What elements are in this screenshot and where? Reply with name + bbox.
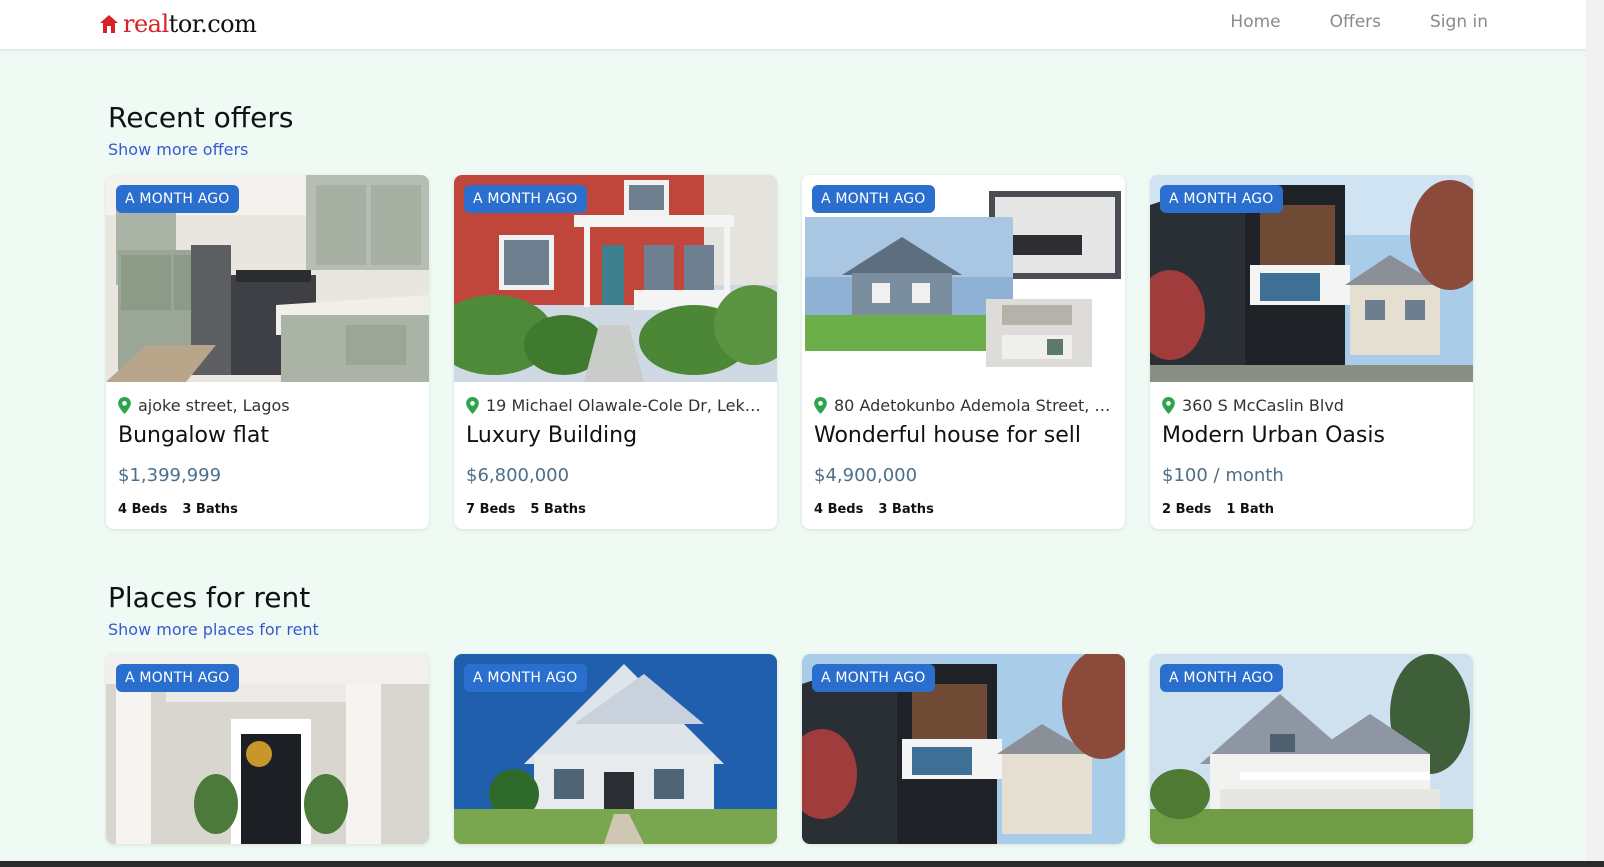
baths-count: 5 Baths	[530, 502, 586, 517]
baths-count: 3 Baths	[878, 502, 934, 517]
location-pin-icon	[814, 397, 827, 414]
nav-sign-in[interactable]: Sign in	[1430, 12, 1488, 32]
listing-photo[interactable]: A MONTH AGO	[106, 175, 429, 382]
bottom-edge-bar	[0, 861, 1604, 867]
recent-offers-grid: A MONTH AGO ajoke street, Lagos Bungalow…	[106, 175, 1473, 529]
time-badge: A MONTH AGO	[116, 185, 239, 213]
rental-card[interactable]: A MONTH AGO	[1150, 654, 1473, 844]
listing-photo[interactable]: A MONTH AGO	[1150, 175, 1473, 382]
realtor-logo[interactable]: real tor.com	[99, 8, 257, 40]
listing-card[interactable]: A MONTH AGO 360 S McCaslin Blvd Modern U…	[1150, 175, 1473, 529]
time-badge: A MONTH AGO	[464, 664, 587, 692]
listing-photo[interactable]: A MONTH AGO	[802, 175, 1125, 382]
listing-location: 19 Michael Olawale-Cole Dr, Lekki Phase …	[466, 396, 765, 415]
beds-count: 4 Beds	[814, 502, 864, 517]
listing-photo[interactable]: A MONTH AGO	[802, 654, 1125, 844]
rental-card[interactable]: A MONTH AGO	[454, 654, 777, 844]
listing-photo[interactable]: A MONTH AGO	[454, 654, 777, 844]
listing-photo[interactable]: A MONTH AGO	[106, 654, 429, 844]
time-badge: A MONTH AGO	[464, 185, 587, 213]
baths-count: 3 Baths	[182, 502, 238, 517]
listing-price: $1,399,999	[118, 465, 222, 486]
location-pin-icon	[466, 397, 479, 414]
baths-count: 1 Bath	[1226, 502, 1275, 517]
nav-menu: Home Offers Sign in	[1181, 0, 1488, 44]
location-text: 360 S McCaslin Blvd	[1182, 396, 1344, 415]
time-badge: A MONTH AGO	[812, 664, 935, 692]
rental-card[interactable]: A MONTH AGO	[802, 654, 1125, 844]
logo-text-real: real	[123, 10, 169, 38]
listing-card[interactable]: A MONTH AGO 80 Adetokunbo Ademola Street…	[802, 175, 1125, 529]
listing-price: $6,800,000	[466, 465, 570, 486]
places-for-rent-title: Places for rent	[108, 581, 311, 614]
location-pin-icon	[118, 397, 131, 414]
beds-count: 7 Beds	[466, 502, 516, 517]
beds-count: 2 Beds	[1162, 502, 1212, 517]
page-scrollbar[interactable]	[1586, 0, 1604, 867]
nav-offers[interactable]: Offers	[1330, 12, 1381, 32]
rental-card[interactable]: A MONTH AGO	[106, 654, 429, 844]
listing-title: Luxury Building	[466, 423, 638, 448]
listing-photo[interactable]: A MONTH AGO	[454, 175, 777, 382]
location-text: ajoke street, Lagos	[138, 396, 290, 415]
listing-specs: 4 Beds 3 Baths	[118, 502, 417, 517]
listing-title: Modern Urban Oasis	[1162, 423, 1385, 448]
logo-text-tor: tor.com	[168, 10, 257, 38]
listing-price: $4,900,000	[814, 465, 918, 486]
listing-price: $100 / month	[1162, 465, 1284, 486]
listing-location: 360 S McCaslin Blvd	[1162, 396, 1461, 415]
show-more-rent-link[interactable]: Show more places for rent	[108, 620, 1508, 639]
listing-title: Bungalow flat	[118, 423, 269, 448]
recent-offers-header: Recent offers Show more offers	[108, 100, 1508, 159]
nav-home[interactable]: Home	[1230, 12, 1280, 32]
listing-specs: 7 Beds 5 Baths	[466, 502, 765, 517]
time-badge: A MONTH AGO	[1160, 185, 1283, 213]
recent-offers-title: Recent offers	[108, 101, 294, 134]
location-text: 19 Michael Olawale-Cole Dr, Lekki Phase …	[486, 396, 765, 415]
location-text: 80 Adetokunbo Ademola Street, Victoria I…	[834, 396, 1113, 415]
listing-card[interactable]: A MONTH AGO 19 Michael Olawale-Cole Dr, …	[454, 175, 777, 529]
house-icon	[100, 15, 118, 33]
listing-specs: 4 Beds 3 Baths	[814, 502, 1113, 517]
listing-location: 80 Adetokunbo Ademola Street, Victoria I…	[814, 396, 1113, 415]
listing-location: ajoke street, Lagos	[118, 396, 417, 415]
listing-card[interactable]: A MONTH AGO ajoke street, Lagos Bungalow…	[106, 175, 429, 529]
time-badge: A MONTH AGO	[812, 185, 935, 213]
beds-count: 4 Beds	[118, 502, 168, 517]
listing-photo[interactable]: A MONTH AGO	[1150, 654, 1473, 844]
listing-specs: 2 Beds 1 Bath	[1162, 502, 1461, 517]
top-navbar: real tor.com Home Offers Sign in	[0, 0, 1604, 50]
time-badge: A MONTH AGO	[116, 664, 239, 692]
places-for-rent-header: Places for rent Show more places for ren…	[108, 580, 1508, 639]
show-more-offers-link[interactable]: Show more offers	[108, 140, 1508, 159]
listing-title: Wonderful house for sell	[814, 423, 1082, 448]
location-pin-icon	[1162, 397, 1175, 414]
time-badge: A MONTH AGO	[1160, 664, 1283, 692]
places-for-rent-grid: A MONTH AGO A MONTH AGO A MONTH AGO A MO…	[106, 654, 1473, 844]
